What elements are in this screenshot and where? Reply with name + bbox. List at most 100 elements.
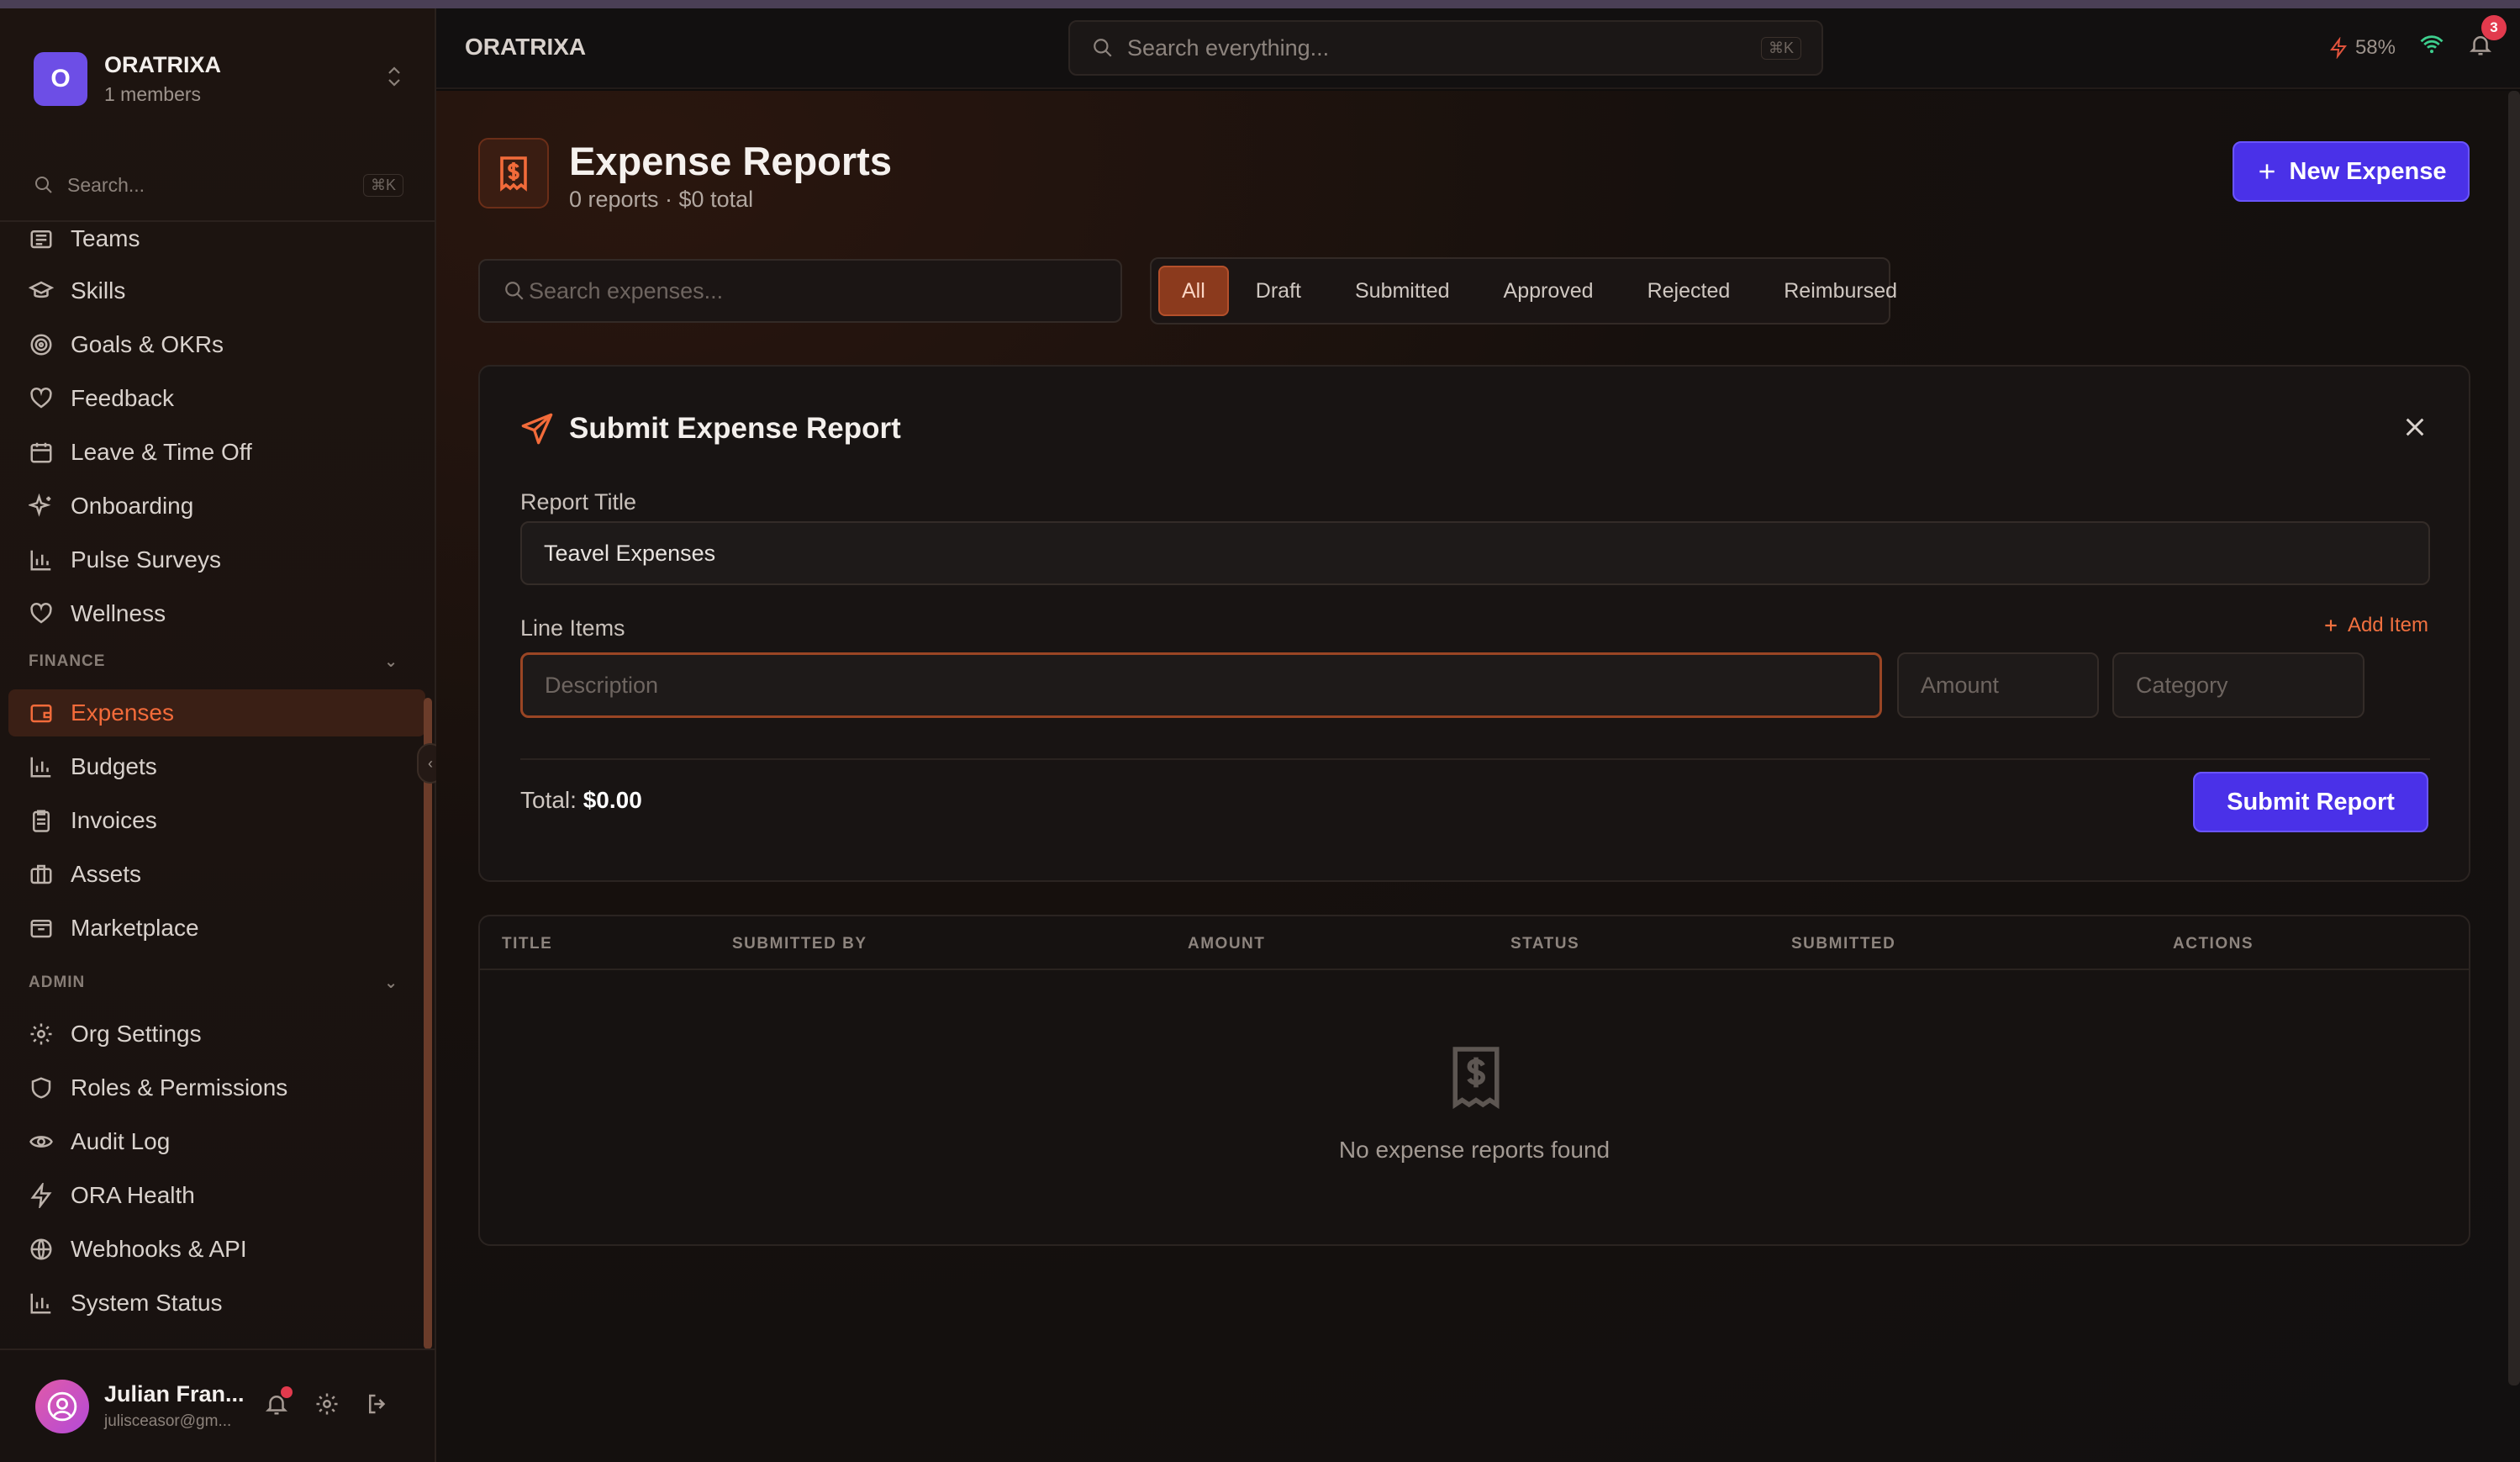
close-icon [2406,418,2424,436]
sidebar-item-label: Expenses [71,699,174,726]
tab-all[interactable]: All [1158,266,1229,316]
page-scrollbar[interactable] [2508,91,2520,1385]
sidebar-item-label: Goals & OKRs [71,331,224,357]
org-switcher[interactable]: O ORATRIXA 1 members [34,45,403,113]
shortcut-badge: ⌘K [1760,36,1801,60]
org-name: ORATRIXA [104,52,221,77]
search-icon [1094,39,1112,57]
section-admin[interactable]: ADMIN ⌄ [29,974,398,993]
category-input[interactable]: Category [2112,652,2364,718]
bar-chart-icon [30,1293,51,1314]
sidebar-item-onboarding[interactable]: Onboarding [8,483,425,530]
sidebar-item-label: Pulse Surveys [71,546,221,573]
line-items-label: Line Items [520,615,625,641]
sidebar-item-label: Invoices [71,807,157,833]
sidebar-search[interactable]: Search... ⌘K [34,161,403,208]
new-expense-button[interactable]: New Expense [2233,141,2470,202]
notification-count-badge: 3 [2481,15,2507,40]
sidebar-item-ora-health[interactable]: ORA Health [8,1172,425,1219]
sidebar-item-leave[interactable]: Leave & Time Off [8,429,425,476]
sidebar-item-label: System Status [71,1290,223,1316]
settings-button[interactable] [314,1391,340,1421]
sidebar-item-webhooks[interactable]: Webhooks & API [8,1226,425,1273]
sidebar-item-feedback[interactable]: Feedback [8,375,425,422]
search-icon [505,282,524,300]
report-title-label: Report Title [520,489,637,515]
sidebar-item-skills[interactable]: Skills [8,267,425,314]
sidebar-item-audit-log[interactable]: Audit Log [8,1118,425,1165]
sidebar-item-marketplace[interactable]: Marketplace [8,905,425,952]
tab-draft[interactable]: Draft [1229,266,1328,316]
shield-icon [31,1077,51,1099]
sidebar-nav: Teams Skills Goals & OKRs Feedback Leave… [0,222,435,1345]
sidebar-item-teams[interactable]: Teams [8,222,425,262]
bar-chart-icon [30,757,51,778]
tab-rejected[interactable]: Rejected [1621,266,1758,316]
sidebar-item-label: Budgets [71,753,157,779]
submit-report-button[interactable]: Submit Report [2193,772,2428,832]
sidebar-item-budgets[interactable]: Budgets [8,743,425,790]
notifications-button[interactable]: 3 [2468,15,2507,63]
sidebar-item-label: Audit Log [71,1128,171,1154]
sidebar-item-roles[interactable]: Roles & Permissions [8,1064,425,1111]
sidebar-item-wellness[interactable]: Wellness [8,590,425,637]
user-name: Julian Fran... [104,1381,245,1407]
sidebar-item-assets[interactable]: Assets [8,851,425,898]
sidebar-item-org-settings[interactable]: Org Settings [8,1011,425,1058]
sidebar-item-expenses[interactable]: Expenses [8,689,425,736]
chevron-updown-icon [385,65,403,94]
notifications-button[interactable] [264,1386,293,1421]
sidebar-search-placeholder: Search... [67,173,145,196]
plus-icon [2325,620,2337,631]
global-search-input[interactable]: Search everything... ⌘K [1068,20,1823,76]
sidebar-scrollbar[interactable] [424,698,432,1349]
sidebar-item-label: Leave & Time Off [71,439,252,465]
tab-reimbursed[interactable]: Reimbursed [1757,266,1924,316]
heart-icon [30,602,52,624]
clipboard-icon [33,810,50,832]
column-header-submitted-by: SUBMITTED BY [732,935,867,953]
sidebar-item-label: Teams [71,225,140,251]
wallet-icon [30,705,52,723]
tab-approved[interactable]: Approved [1477,266,1621,316]
tab-submitted[interactable]: Submitted [1328,266,1477,316]
graduation-cap-icon [29,281,54,298]
target-icon [30,334,52,356]
expense-table: TITLE SUBMITTED BY AMOUNT STATUS SUBMITT… [478,915,2470,1246]
sidebar-item-label: ORA Health [71,1182,195,1208]
table-header: TITLE SUBMITTED BY AMOUNT STATUS SUBMITT… [480,916,2469,970]
close-button[interactable] [2401,414,2428,445]
description-input[interactable]: Description [520,652,1882,718]
zap-icon [2329,36,2347,59]
column-header-title: TITLE [502,935,553,953]
gear-icon [30,1023,52,1045]
submit-expense-form: Submit Expense Report Report Title Teave… [478,365,2470,882]
battery-status: 58% [2328,36,2396,60]
column-header-status: STATUS [1510,935,1580,953]
column-header-submitted: SUBMITTED [1791,935,1896,953]
avatar[interactable] [35,1379,89,1433]
report-title-input[interactable]: Teavel Expenses [520,521,2430,585]
global-search-placeholder: Search everything... [1127,34,1330,61]
sidebar-item-invoices[interactable]: Invoices [8,797,425,844]
user-circle-icon [47,1391,77,1421]
logout-button[interactable] [365,1391,390,1421]
new-expense-label: New Expense [2289,157,2447,185]
user-email: julisceasor@gm... [104,1412,232,1430]
add-item-button[interactable]: Add Item [2322,614,2428,637]
sidebar-item-label: Marketplace [71,915,199,941]
dollar-receipt-icon [478,138,549,208]
page-title: Expense Reports [569,139,892,183]
sidebar-item-goals[interactable]: Goals & OKRs [8,321,425,368]
eye-icon [29,1136,53,1148]
expense-search-input[interactable] [529,277,1100,304]
sidebar-item-label: Onboarding [71,493,194,519]
amount-input[interactable]: Amount [1897,652,2099,718]
sidebar-item-pulse-surveys[interactable]: Pulse Surveys [8,536,425,583]
sidebar-item-label: Assets [71,861,142,887]
sidebar-item-system-status[interactable]: System Status [8,1280,425,1327]
form-title: Submit Expense Report [569,412,901,445]
sparkles-icon [29,493,51,517]
section-finance[interactable]: FINANCE ⌄ [29,652,398,672]
total-row: Total: $0.00 [520,787,642,814]
